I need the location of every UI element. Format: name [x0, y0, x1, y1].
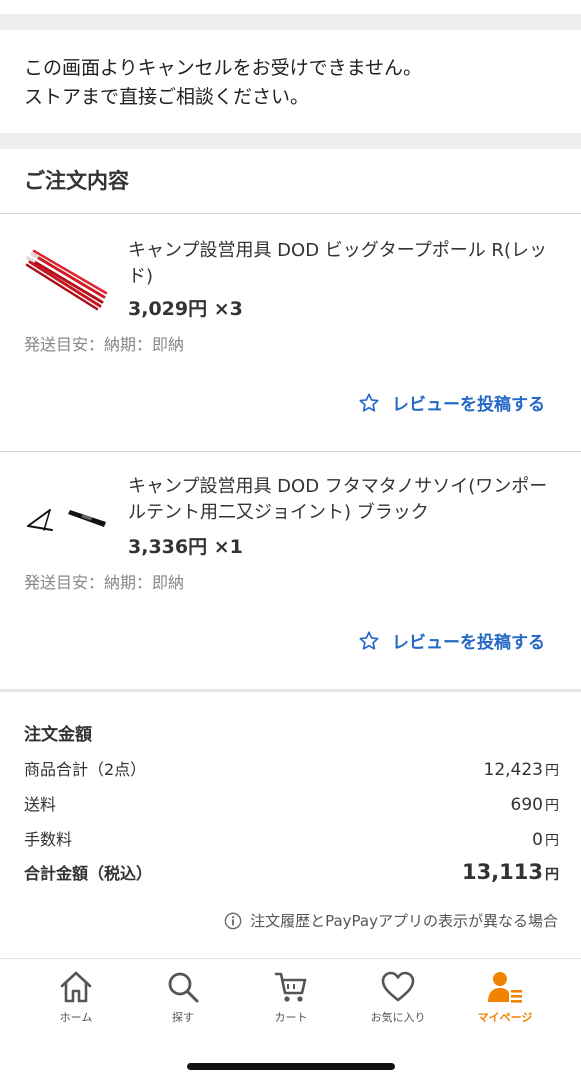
yen-unit: 円 [545, 867, 559, 883]
shipping-estimate: 発送目安：納期：即納 [24, 335, 185, 354]
order-item: キャンプ設営用具 DOD フタマタノサソイ(ワンポールテント用二又ジョイント) … [0, 452, 581, 689]
row-label: 送料 [24, 795, 57, 814]
row-label: 商品合計（2点） [24, 760, 147, 779]
row-value: 12,423 [483, 760, 543, 780]
tab-search[interactable]: 探す [138, 969, 228, 1025]
yen-unit: 円 [545, 798, 559, 814]
summary-row-shipping: 送料 690 円 [24, 791, 559, 815]
item-name[interactable]: キャンプ設営用具 DOD フタマタノサソイ(ワンポールテント用二又ジョイント) … [128, 474, 558, 526]
order-section-title: ご注文内容 [24, 169, 129, 193]
note-text: 注文履歴とPayPayアプリの表示が異なる場合 [250, 912, 558, 930]
total-label: 合計金額（税込） [24, 864, 153, 883]
review-label: レビューを投稿する [392, 633, 545, 653]
search-icon [168, 972, 199, 1003]
review-label: レビューを投稿する [392, 395, 545, 415]
star-icon [359, 392, 379, 412]
summary-title: 注文金額 [24, 725, 92, 745]
yen-unit: 円 [545, 763, 559, 779]
tab-label: マイページ [477, 1011, 533, 1024]
tab-label: ホーム [59, 1011, 93, 1024]
tab-mypage[interactable]: マイページ [460, 969, 550, 1025]
star-icon [359, 630, 379, 650]
row-value: 690 [510, 795, 543, 815]
cancel-notice: この画面よりキャンセルをお受けできません。 ストアまで直接ご相談ください。 [24, 54, 564, 112]
price-value: 3,336円 [128, 536, 208, 558]
row-value: 0 [532, 830, 543, 850]
row-label: 手数料 [24, 830, 73, 849]
tab-favorites[interactable]: お気に入り [353, 969, 443, 1025]
yen-unit: 円 [545, 833, 559, 849]
shipping-estimate: 発送目安：納期：即納 [24, 573, 185, 592]
post-review-button[interactable]: レビューを投稿する [358, 390, 545, 415]
quantity: ×1 [213, 536, 243, 558]
home-icon [60, 971, 92, 1003]
tab-label: カート [274, 1011, 308, 1024]
summary-row-total: 合計金額（税込） 13,113 円 [24, 860, 559, 884]
heart-icon [381, 971, 415, 1002]
total-value: 13,113 [461, 860, 543, 884]
item-price: 3,029円 ×3 [128, 294, 243, 321]
mypage-icon [488, 972, 522, 1003]
notice-line-2: ストアまで直接ご相談ください。 [24, 86, 310, 108]
summary-row-fee: 手数料 0円 [24, 826, 559, 850]
item-price: 3,336円 ×1 [128, 532, 243, 559]
home-indicator[interactable] [187, 1063, 395, 1070]
black-joint-image [27, 509, 106, 531]
display-difference-note[interactable]: 注文履歴とPayPayアプリの表示が異なる場合 [224, 910, 558, 931]
top-separator [0, 0, 581, 30]
item-name[interactable]: キャンプ設営用具 DOD ビッグタープポール R(レッド) [128, 238, 558, 290]
notice-line-1: この画面よりキャンセルをお受けできません。 [24, 57, 423, 79]
cart-icon [274, 972, 307, 1002]
section-separator [0, 133, 581, 149]
tab-cart[interactable]: カート [246, 969, 336, 1025]
bottom-tab-bar: ホーム 探す カート お気に入り マイページ [0, 958, 581, 1080]
tab-home[interactable]: ホーム [31, 969, 121, 1025]
tab-label: お気に入り [370, 1011, 426, 1024]
red-tarp-poles-image [25, 249, 108, 311]
order-item: キャンプ設営用具 DOD ビッグタープポール R(レッド) 3,029円 ×3 … [0, 214, 581, 451]
summary-row-subtotal: 商品合計（2点） 12,423 円 [24, 756, 559, 780]
price-value: 3,029円 [128, 298, 208, 320]
post-review-button[interactable]: レビューを投稿する [358, 628, 545, 653]
divider [0, 689, 581, 692]
tab-label: 探す [172, 1011, 194, 1024]
info-icon [224, 912, 242, 929]
quantity: ×3 [213, 298, 243, 320]
